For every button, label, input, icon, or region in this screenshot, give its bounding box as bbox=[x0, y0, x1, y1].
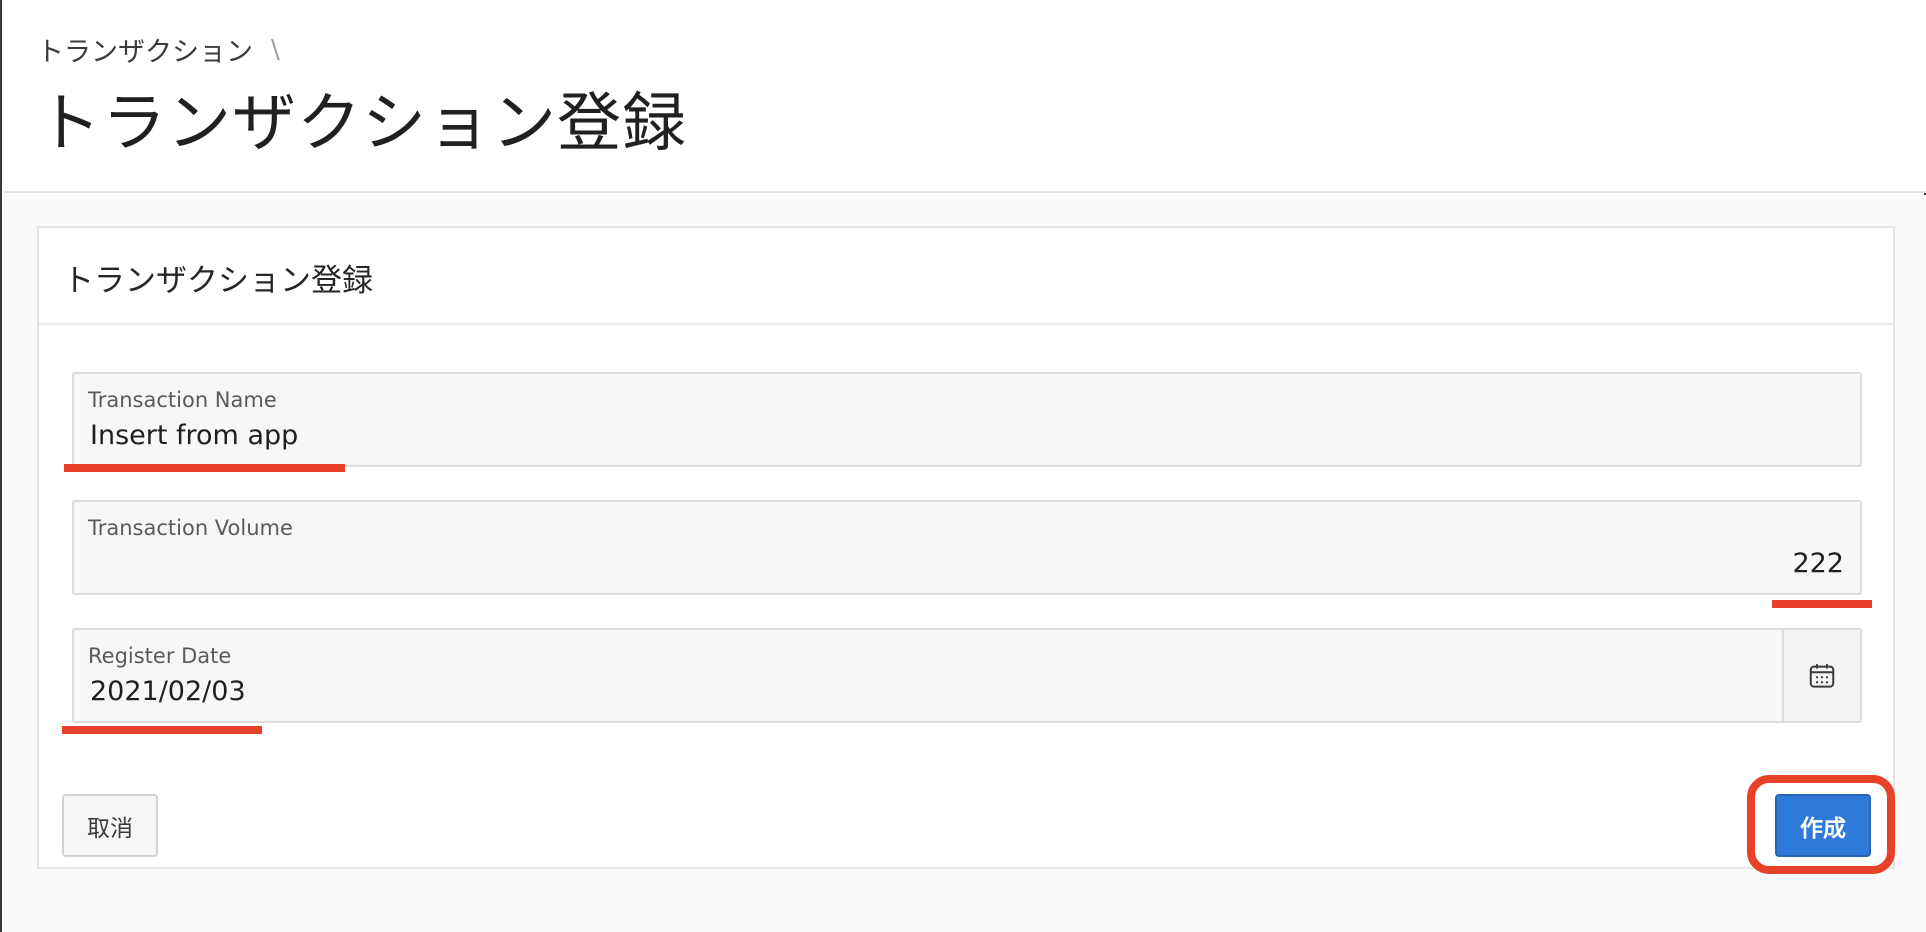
register-date-input[interactable]: 2021/02/03 bbox=[90, 676, 246, 707]
register-date-field[interactable]: Register Date 2021/02/03 bbox=[72, 628, 1862, 723]
cancel-button[interactable]: 取消 bbox=[62, 794, 158, 857]
page-title: トランザクション登録 bbox=[37, 87, 687, 161]
breadcrumb-separator: \ bbox=[271, 34, 280, 65]
register-date-label: Register Date bbox=[88, 644, 232, 668]
page-header: トランザクション \ トランザクション登録 bbox=[4, 0, 1926, 193]
create-button[interactable]: 作成 bbox=[1775, 794, 1871, 857]
breadcrumb: トランザクション \ bbox=[37, 30, 280, 69]
breadcrumb-item-transactions[interactable]: トランザクション bbox=[37, 30, 253, 69]
main-content: トランザクション登録 Transaction Name Insert from … bbox=[4, 195, 1926, 932]
annotation-underline-volume bbox=[1772, 600, 1872, 608]
date-picker-button[interactable] bbox=[1782, 630, 1860, 721]
region-header: トランザクション登録 bbox=[39, 228, 1893, 325]
calendar-icon bbox=[1809, 663, 1835, 688]
transaction-volume-input[interactable]: 222 bbox=[1792, 548, 1844, 579]
app-window: トランザクション \ トランザクション登録 トランザクション登録 Transac… bbox=[0, 0, 1926, 932]
annotation-underline-name bbox=[64, 464, 345, 472]
transaction-name-input[interactable]: Insert from app bbox=[90, 420, 298, 451]
transaction-volume-field[interactable]: Transaction Volume 222 bbox=[72, 500, 1862, 595]
form-region: トランザクション登録 Transaction Name Insert from … bbox=[37, 226, 1895, 869]
annotation-underline-date bbox=[62, 726, 262, 734]
region-title: トランザクション登録 bbox=[63, 263, 373, 299]
transaction-name-field[interactable]: Transaction Name Insert from app bbox=[72, 372, 1862, 467]
transaction-volume-label: Transaction Volume bbox=[88, 516, 293, 540]
transaction-name-label: Transaction Name bbox=[88, 388, 277, 412]
